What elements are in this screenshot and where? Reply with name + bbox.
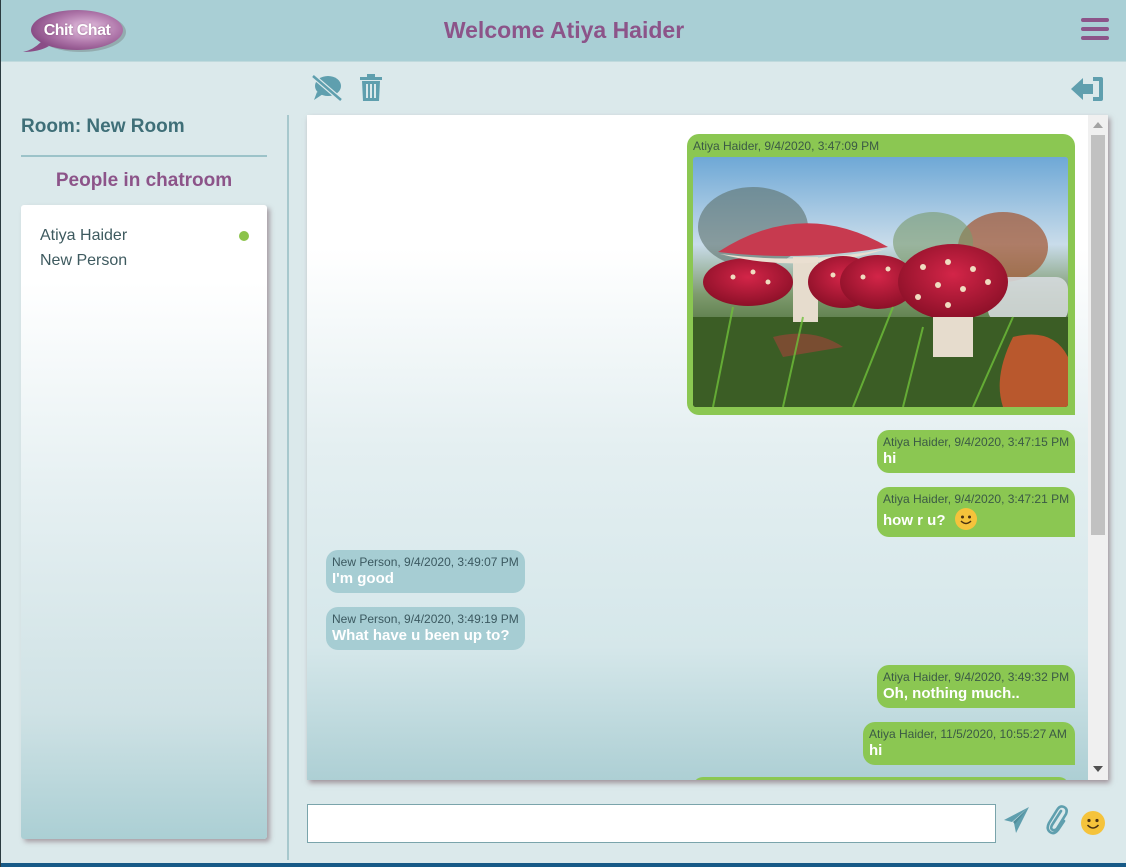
hide-chat-icon[interactable] [311,74,343,107]
people-list: Atiya Haider New Person [21,205,267,839]
message-item: New Person, 9/4/2020, 3:49:19 PM What ha… [326,607,525,650]
send-icon[interactable] [1003,806,1031,839]
chat-messages[interactable]: Atiya Haider, 9/4/2020, 3:47:09 PM Atiya… [307,115,1108,780]
person-item[interactable]: New Person [40,252,127,270]
message-text: how r u? [883,511,946,529]
hamburger-menu-icon[interactable] [1081,18,1109,40]
message-text: hi [869,742,883,759]
message-meta: Atiya Haider, 9/4/2020, 3:47:09 PM [693,139,880,153]
message-meta: New Person, 9/4/2020, 3:49:07 PM [332,555,519,569]
scroll-thumb[interactable] [1091,135,1105,535]
message-item: Atiya Haider, 9/4/2020, 3:47:15 PM hi [877,430,1075,473]
app-header: Chit Chat Welcome Atiya Haider [1,0,1126,62]
message-meta: Atiya Haider, 9/4/2020, 3:47:21 PM [883,492,1070,506]
message-input[interactable] [307,804,996,843]
window-bottom-border [1,863,1126,867]
sidebar-divider [21,155,267,157]
room-title: Room: New Room [21,116,185,137]
message-item: Atiya Haider, 9/4/2020, 3:47:21 PM how r… [877,487,1075,537]
leave-room-icon[interactable] [1071,75,1105,108]
smiley-emoji-icon [954,507,978,535]
message-meta: Atiya Haider, 9/4/2020, 3:47:15 PM [883,435,1070,449]
message-item: Atiya Haider, 9/4/2020, 3:47:09 PM [687,134,1075,415]
vertical-divider [287,115,289,860]
scroll-down-arrow-icon[interactable] [1093,766,1103,772]
message-text: hi [883,450,897,467]
message-item: New Person, 9/4/2020, 3:49:07 PM I'm goo… [326,550,525,593]
message-text: I'm good [332,570,394,587]
message-item: Atiya Haider, 9/4/2020, 3:49:32 PM Oh, n… [877,665,1075,708]
message-text: Oh, nothing much.. [883,685,1020,702]
online-status-icon [239,231,249,241]
message-text: What have u been up to? [332,627,510,644]
message-meta: Atiya Haider, 11/5/2020, 10:55:27 AM [869,727,1067,741]
person-item[interactable]: Atiya Haider [40,227,127,245]
welcome-title: Welcome Atiya Haider [443,17,685,43]
emoji-icon[interactable] [1080,810,1106,841]
message-image[interactable] [693,157,1068,407]
delete-icon[interactable] [360,74,382,106]
scroll-up-arrow-icon[interactable] [1093,122,1103,128]
message-item: Atiya Haider, 11/5/2020, 10:55:27 AM hi [863,722,1075,765]
message-item-partial [693,777,1069,780]
chat-scrollbar[interactable] [1088,115,1108,780]
message-meta: New Person, 9/4/2020, 3:49:19 PM [332,612,519,626]
attach-icon[interactable] [1045,805,1069,840]
people-title: People in chatroom [55,170,233,191]
message-meta: Atiya Haider, 9/4/2020, 3:49:32 PM [883,670,1070,684]
